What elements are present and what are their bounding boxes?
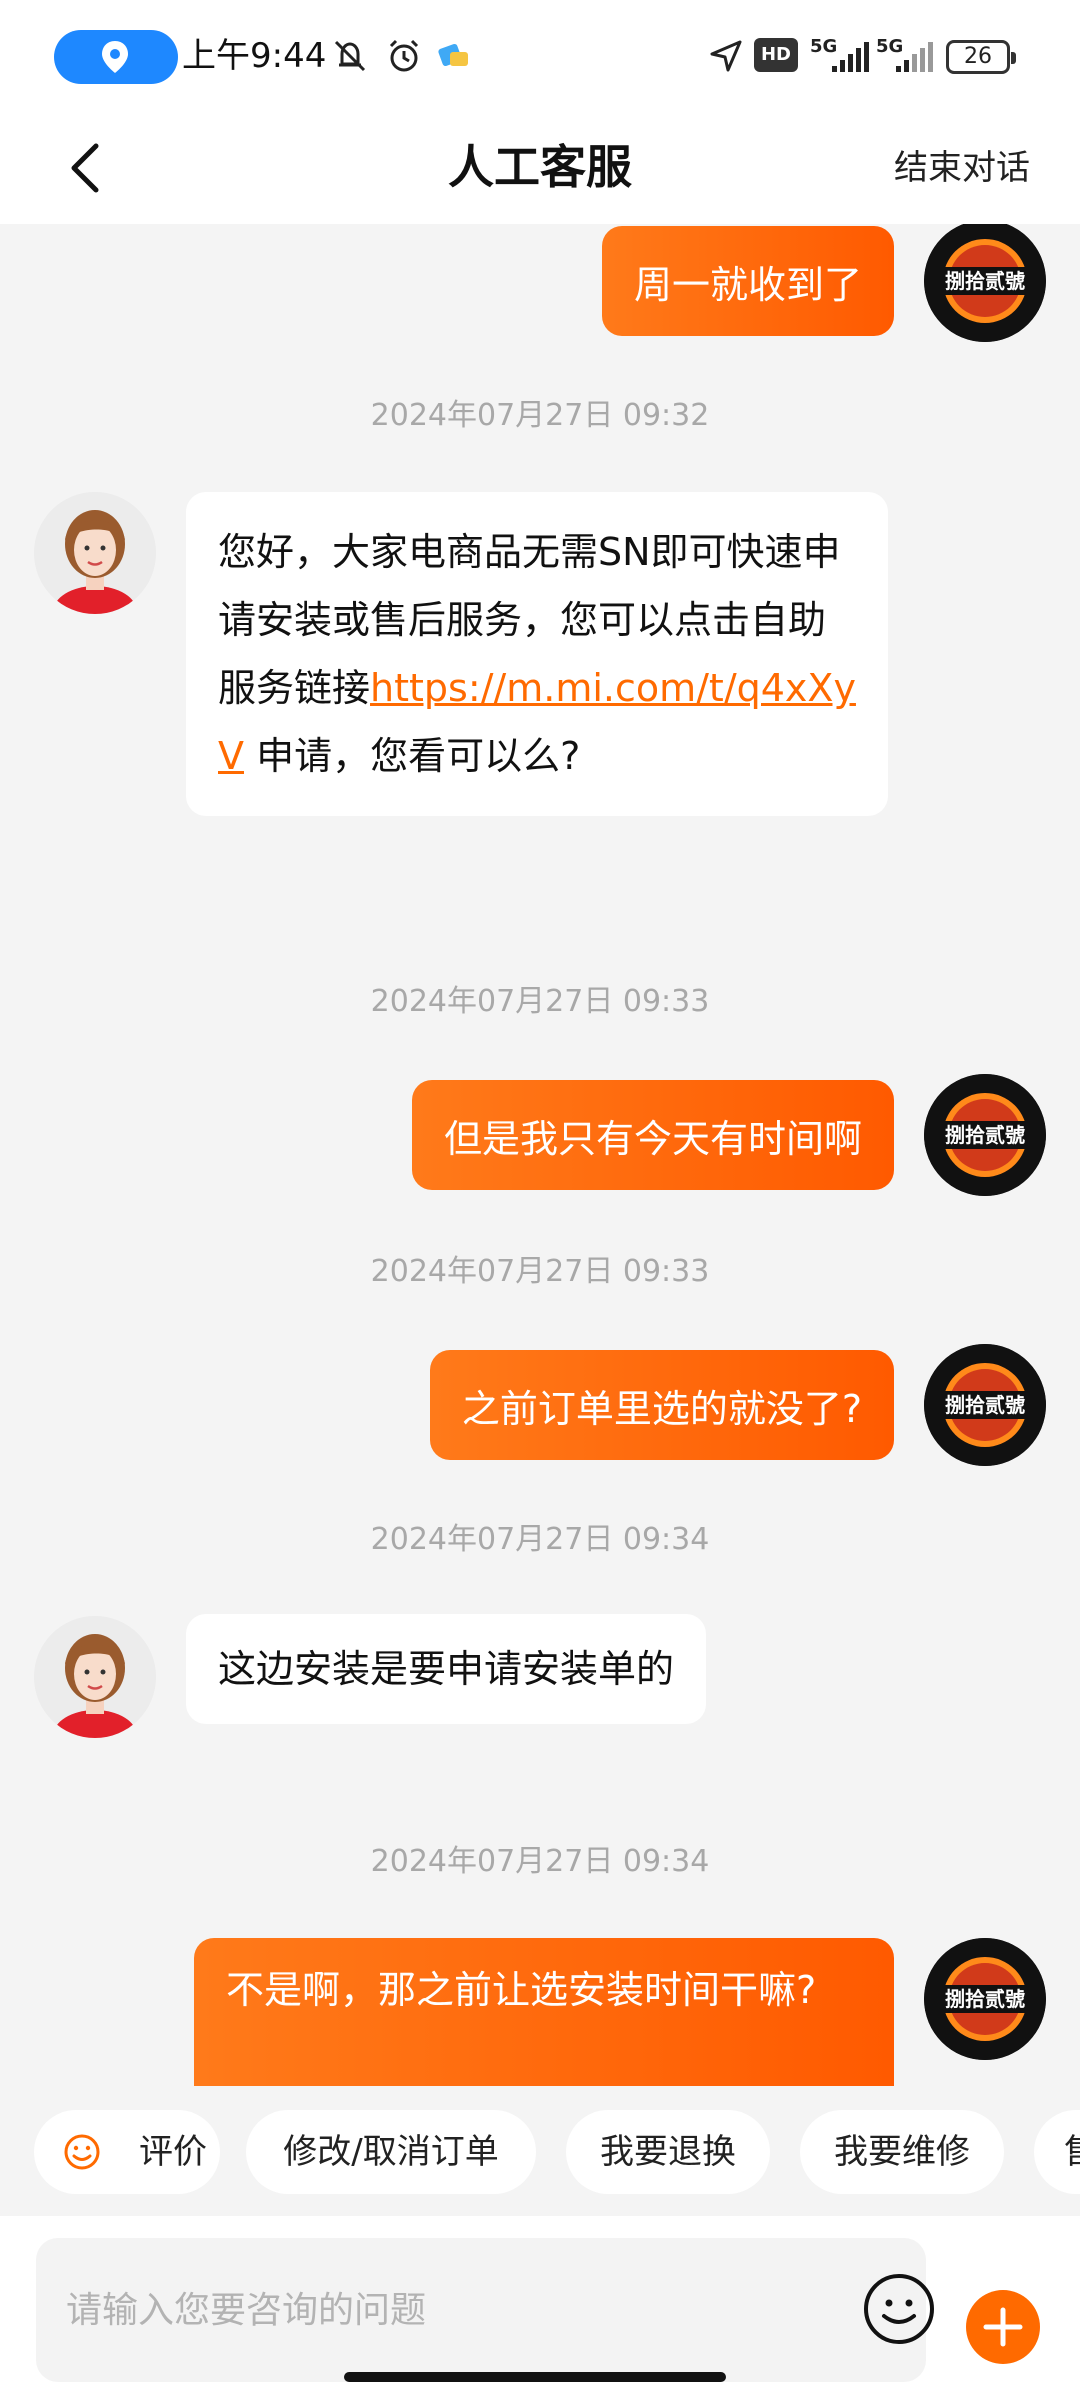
add-button[interactable] (966, 2290, 1040, 2364)
quick-action-bar[interactable]: 评价 修改/取消订单 我要退换 我要维修 售 (0, 2086, 1080, 2216)
user-avatar[interactable]: 捌拾贰號 (924, 1938, 1046, 2060)
user-avatar-badge-text: 捌拾贰號 (945, 1393, 1025, 1417)
rate-chip[interactable]: 评价 (34, 2110, 220, 2194)
message-text-tail: 申请，您看可以么? (244, 734, 581, 778)
message-input-box[interactable] (36, 2238, 934, 2382)
message-text: 但是我只有今天有时间啊 (443, 1116, 862, 1161)
user-avatar[interactable]: 捌拾贰號 (924, 1344, 1046, 1466)
message-timestamp: 2024年07月27日 09:33 (370, 1254, 710, 1289)
agent-message-bubble[interactable]: 您好，大家电商品无需SN即可快速申请安装或售后服务，您可以点击自助服务链接htt… (186, 492, 888, 816)
navigation-arrow-icon (710, 40, 742, 72)
chip-label: 我要退换 (600, 2132, 736, 2172)
emoji-icon[interactable] (862, 2272, 936, 2346)
plus-icon (983, 2307, 1023, 2347)
hd-badge: HD (754, 38, 798, 72)
user-message-bubble[interactable]: 但是我只有今天有时间啊 (411, 1080, 894, 1190)
chat-message-list[interactable]: 周一就收到了 捌拾贰號 2024年07月27日 09:32 您好，大家电商品无需… (0, 224, 1080, 2086)
user-avatar[interactable]: 捌拾贰號 (924, 224, 1046, 342)
modify-cancel-order-chip[interactable]: 修改/取消订单 (246, 2110, 536, 2194)
message-input[interactable] (66, 2276, 826, 2344)
home-indicator[interactable] (344, 2372, 726, 2382)
return-exchange-chip[interactable]: 我要退换 (566, 2110, 770, 2194)
user-message-bubble[interactable]: 周一就收到了 (601, 226, 894, 336)
status-bar: 上午9:44 HD 5G 5G 26 (0, 0, 1080, 112)
agent-avatar[interactable] (34, 1616, 156, 1738)
message-text: 这边安装是要申请安装单的 (218, 1647, 675, 1691)
alarm-icon (389, 39, 419, 72)
agent-avatar[interactable] (34, 492, 156, 614)
location-pill-icon[interactable] (54, 30, 178, 84)
user-avatar-badge-text: 捌拾贰號 (945, 1987, 1025, 2011)
user-message-bubble[interactable]: 之前订单里选的就没了? (429, 1350, 894, 1460)
chip-label: 我要维修 (834, 2132, 970, 2172)
message-timestamp: 2024年07月27日 09:34 (370, 1844, 710, 1879)
agent-message-bubble[interactable]: 这边安装是要申请安装单的 (186, 1614, 707, 1724)
after-sales-chip[interactable]: 售 (1034, 2110, 1080, 2194)
user-avatar[interactable]: 捌拾贰號 (924, 1074, 1046, 1196)
chip-label: 售 (1064, 2132, 1080, 2172)
signal-icon (832, 42, 869, 72)
message-timestamp: 2024年07月27日 09:34 (370, 1522, 710, 1557)
end-conversation-button[interactable]: 结束对话 (894, 140, 1030, 196)
user-message-bubble[interactable]: 不是啊，那之前让选安装时间干嘛? (194, 1938, 894, 2086)
message-timestamp: 2024年07月27日 09:33 (370, 984, 710, 1019)
chip-label: 修改/取消订单 (283, 2132, 499, 2172)
mute-icon (334, 40, 366, 72)
app-notification-icon (438, 43, 468, 67)
chat-header: 人工客服 结束对话 (0, 112, 1080, 224)
message-text: 周一就收到了 (633, 262, 862, 307)
repair-chip[interactable]: 我要维修 (800, 2110, 1004, 2194)
chip-label: 评价 (139, 2132, 207, 2172)
status-time: 上午9:44 (182, 36, 327, 76)
message-text: 之前订单里选的就没了? (461, 1386, 862, 1431)
smile-icon (64, 2134, 100, 2170)
user-avatar-badge-text: 捌拾贰號 (945, 1123, 1025, 1147)
signal-icon-2 (896, 42, 933, 72)
user-avatar-badge-text: 捌拾贰號 (945, 269, 1025, 293)
message-timestamp: 2024年07月27日 09:32 (370, 398, 710, 433)
battery-indicator: 26 (946, 40, 1016, 74)
message-text: 不是啊，那之前让选安装时间干嘛? (226, 1968, 817, 2012)
